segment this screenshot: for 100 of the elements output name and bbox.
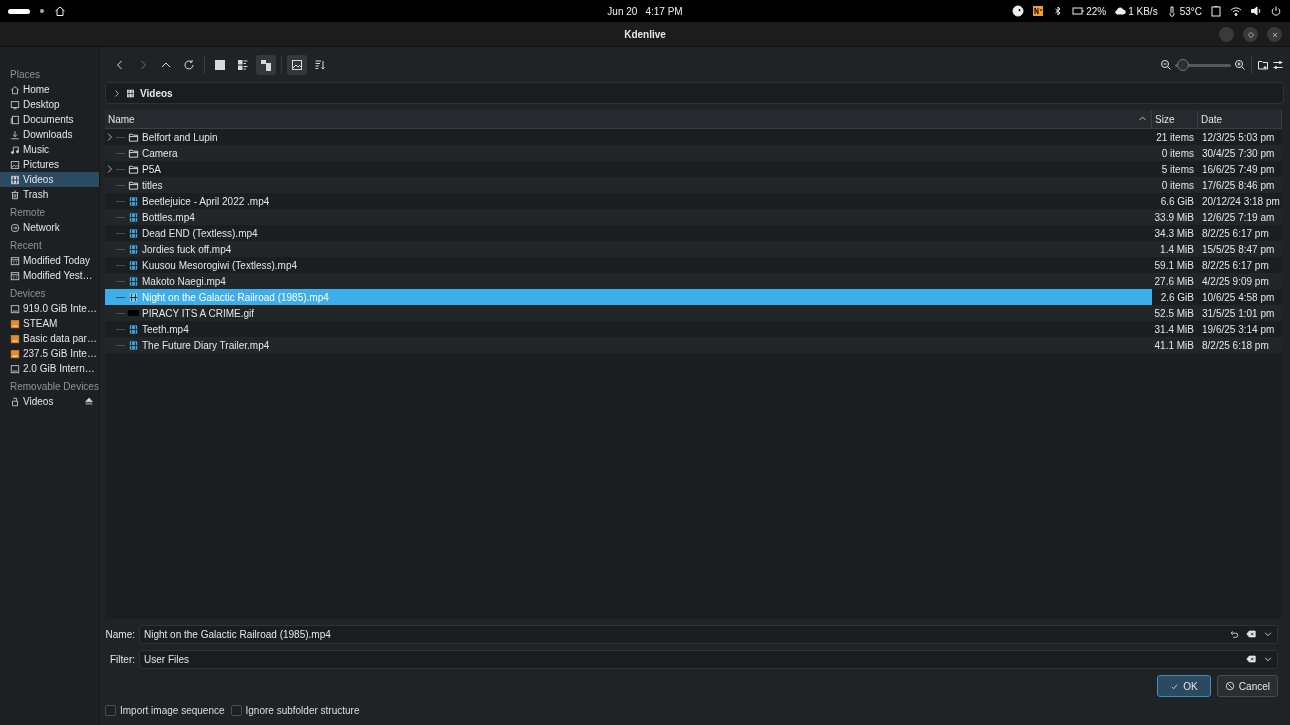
sidebar-item[interactable]: Desktop — [0, 97, 99, 112]
sidebar-item[interactable]: 919.0 GiB Inte… — [0, 301, 99, 316]
file-row[interactable]: Bottles.mp4 33.9 MiB 12/6/25 7:19 am — [105, 209, 1282, 225]
tray-app-icon[interactable] — [1032, 5, 1045, 17]
name-cell[interactable]: Dead END (Textless).mp4 — [105, 225, 1152, 241]
film-icon — [128, 323, 139, 335]
name-cell[interactable]: titles — [105, 177, 1152, 193]
temperature[interactable]: 53°C — [1165, 5, 1202, 17]
file-row[interactable]: Dead END (Textless).mp4 34.3 MiB 8/2/25 6:17 pm — [105, 225, 1282, 241]
power-icon[interactable] — [1270, 5, 1282, 17]
file-row[interactable]: The Future Diary Trailer.mp4 41.1 MiB 8/2/25 6:18 pm — [105, 337, 1282, 353]
option-checkbox[interactable]: Ignore subfolder structure — [230, 705, 360, 716]
tree-view-button[interactable] — [256, 55, 276, 75]
size-cell-text: 2.6 GiB — [1159, 291, 1195, 303]
file-row[interactable]: P5A 5 items 16/6/25 7:49 pm — [105, 161, 1282, 177]
clipboard-icon[interactable] — [1210, 5, 1222, 17]
file-row[interactable]: Belfort and Lupin 21 items 12/3/25 5:03 pm — [105, 129, 1282, 145]
file-row[interactable]: Makoto Naegi.mp4 27.6 MiB 4/2/25 9:09 pm — [105, 273, 1282, 289]
chevron-icon[interactable] — [112, 88, 121, 98]
file-row[interactable]: Night on the Galactic Railroad (1985).mp4 2.6 GiB 10/6/25 4:58 pm — [105, 289, 1282, 305]
sidebar-item[interactable]: Videos — [0, 172, 99, 187]
date-cell-text: 4/2/25 9:09 pm — [1201, 275, 1270, 287]
sidebar-item[interactable]: Trash — [0, 187, 99, 202]
sidebar-item[interactable]: Network — [0, 220, 99, 235]
file-row[interactable]: Jordies fuck off.mp4 1.4 MiB 15/5/25 8:47 pm — [105, 241, 1282, 257]
name-field[interactable]: Night on the Galactic Railroad (1985).mp4 — [139, 625, 1278, 644]
sidebar-item[interactable]: 2.0 GiB Intern… — [0, 361, 99, 376]
name-cell[interactable]: Beetlejuice - April 2022 .mp4 — [105, 193, 1152, 209]
cloud-icon — [1114, 5, 1127, 17]
breadcrumb-item[interactable]: Videos — [140, 87, 173, 99]
sidebar-item[interactable]: Modified Today — [0, 253, 99, 268]
date-cell-text: 15/5/25 8:47 pm — [1201, 243, 1276, 255]
file-row[interactable]: Teeth.mp4 31.4 MiB 19/6/25 3:14 pm — [105, 321, 1282, 337]
diamond-icon — [1246, 30, 1255, 39]
close-icon — [1270, 30, 1279, 39]
network-speed[interactable]: 1 KB/s — [1114, 5, 1158, 17]
file-row[interactable]: Kuusou Mesorogiwi (Textless).mp4 59.1 MiB 8/2/25 6:17 pm — [105, 257, 1282, 273]
ok-button[interactable]: OK — [1156, 675, 1211, 697]
sidebar-item[interactable]: Documents — [0, 112, 99, 127]
dropdown-caret-icon[interactable] — [1263, 629, 1273, 639]
eject-icon — [84, 395, 94, 406]
size-cell-text: 31.4 MiB — [1153, 323, 1195, 335]
filter-combo[interactable]: User Files — [139, 650, 1278, 669]
name-cell[interactable]: Teeth.mp4 — [105, 321, 1152, 337]
column-header[interactable]: Name — [105, 110, 1152, 128]
undo-icon[interactable] — [1229, 629, 1239, 639]
name-cell[interactable]: Camera — [105, 145, 1152, 161]
slider-handle[interactable] — [1177, 59, 1190, 71]
date-cell-text: 19/6/25 3:14 pm — [1201, 323, 1276, 335]
new-folder-icon[interactable] — [1257, 59, 1269, 71]
sidebar-item[interactable]: Music — [0, 142, 99, 157]
file-row[interactable]: Camera 0 items 30/4/25 7:30 pm — [105, 145, 1282, 161]
sidebar-item[interactable]: Downloads — [0, 127, 99, 142]
sidebar-item[interactable]: Videos — [0, 394, 99, 409]
name-cell[interactable]: PIRACY ITS A CRIME.gif — [105, 305, 1152, 321]
name-cell[interactable]: Kuusou Mesorogiwi (Textless).mp4 — [105, 257, 1152, 273]
cancel-icon — [1224, 681, 1235, 691]
location-bar[interactable]: Videos — [105, 82, 1284, 104]
file-name: Belfort and Lupin — [142, 131, 218, 143]
close-button[interactable] — [1267, 27, 1282, 42]
film-icon — [128, 339, 139, 351]
sidebar-item[interactable]: Home — [0, 82, 99, 97]
name-cell[interactable]: Belfort and Lupin — [105, 129, 1152, 145]
name-cell[interactable]: Makoto Naegi.mp4 — [105, 273, 1152, 289]
home-icon[interactable] — [54, 5, 66, 17]
size-cell-text: 0 items — [1160, 147, 1195, 159]
name-cell[interactable]: P5A — [105, 161, 1152, 177]
column-header[interactable]: Size — [1152, 110, 1198, 128]
section-heading: Recent — [9, 239, 43, 253]
clear-icon[interactable] — [1245, 654, 1257, 664]
file-row[interactable]: Beetlejuice - April 2022 .mp4 6.6 GiB 20/12/24 3:18 pm — [105, 193, 1282, 209]
battery-status[interactable]: 22% — [1072, 5, 1107, 17]
maximize-button[interactable] — [1243, 27, 1258, 42]
usb-drive-icon — [10, 396, 20, 407]
name-cell[interactable]: The Future Diary Trailer.mp4 — [105, 337, 1152, 353]
wifi-icon[interactable] — [1230, 5, 1242, 17]
date-cell-text: 10/6/25 4:58 pm — [1201, 291, 1276, 303]
zoom-out-icon[interactable] — [1160, 59, 1172, 71]
volume-icon[interactable] — [1250, 5, 1262, 17]
preview-button[interactable] — [287, 55, 307, 75]
settings-icon[interactable] — [1272, 59, 1284, 71]
sidebar-item[interactable]: Modified Yest… — [0, 268, 99, 283]
dropdown-caret-icon[interactable] — [1263, 654, 1273, 664]
clear-icon[interactable] — [1245, 629, 1257, 639]
folder-icon — [128, 163, 139, 175]
sidebar-item[interactable]: STEAM — [0, 316, 99, 331]
name-cell[interactable]: Jordies fuck off.mp4 — [105, 241, 1152, 257]
sidebar-item[interactable]: Basic data par… — [0, 331, 99, 346]
file-row[interactable]: titles 0 items 17/6/25 8:46 pm — [105, 177, 1282, 193]
name-cell[interactable]: Bottles.mp4 — [105, 209, 1152, 225]
option-checkbox[interactable]: Import image sequence — [105, 705, 225, 716]
file-name: Dead END (Textless).mp4 — [142, 227, 258, 239]
cancel-button[interactable]: Cancel — [1216, 675, 1278, 697]
column-header[interactable]: Date — [1198, 110, 1282, 128]
zoom-slider[interactable] — [1175, 59, 1231, 71]
sidebar-item[interactable]: Pictures — [0, 157, 99, 172]
workspace-indicator[interactable] — [8, 8, 30, 14]
sidebar-item[interactable]: 237.5 GiB Inte… — [0, 346, 99, 361]
zoom-in-icon[interactable] — [1234, 59, 1246, 71]
file-row[interactable]: PIRACY ITS A CRIME.gif 52.5 MiB 31/5/25 1:01 pm — [105, 305, 1282, 321]
